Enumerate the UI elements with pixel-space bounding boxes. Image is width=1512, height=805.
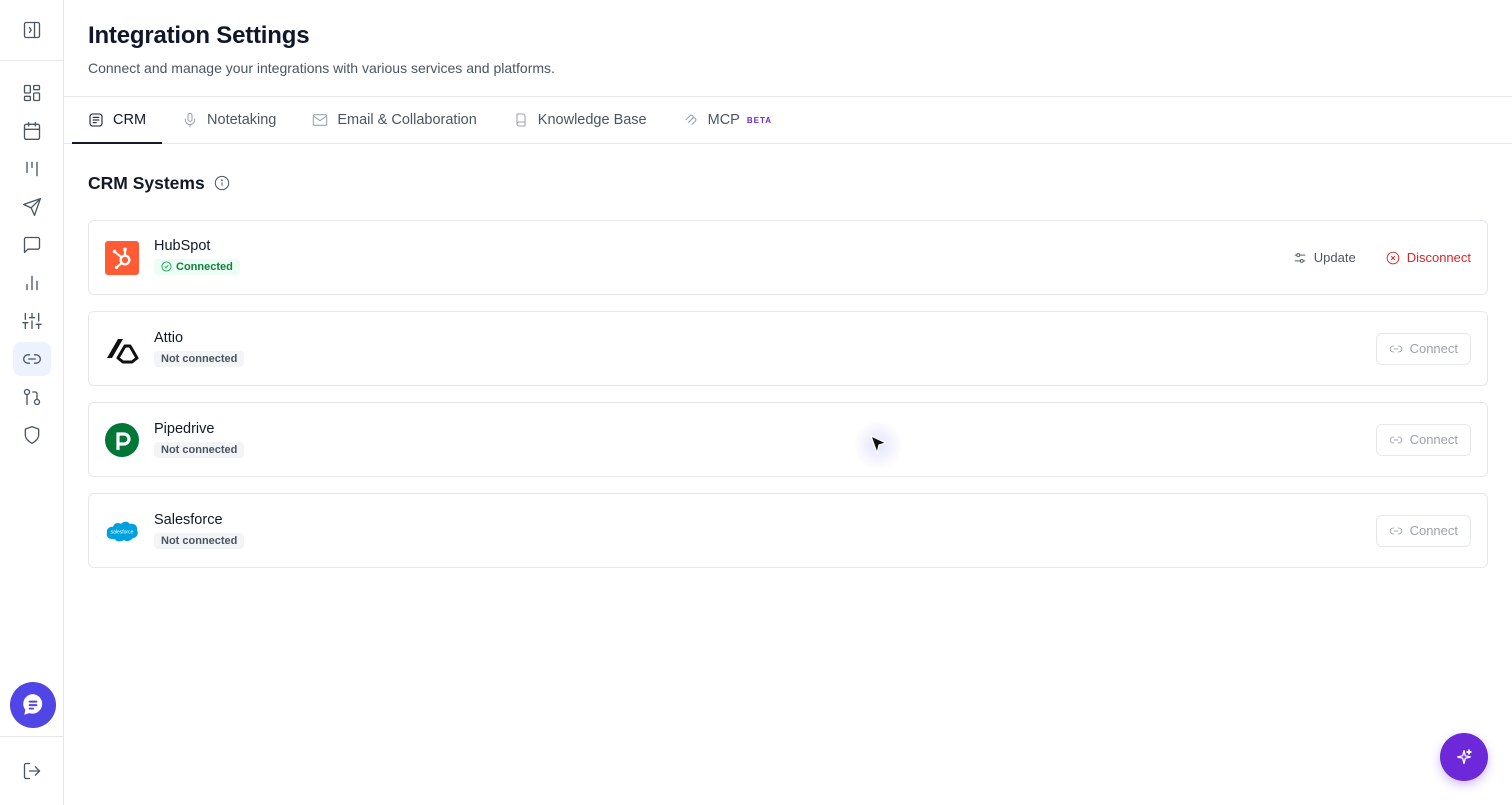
mail-icon: [313, 114, 328, 126]
support-chat-button[interactable]: [10, 682, 56, 728]
chat-icon: [23, 236, 41, 254]
tab-crm[interactable]: CRM: [72, 97, 163, 144]
sidebar-item-security[interactable]: [13, 418, 51, 452]
link-icon: [1389, 345, 1402, 352]
integration-info: Pipedrive Not connected: [154, 421, 1376, 458]
connect-button[interactable]: Connect: [1375, 514, 1471, 547]
sidebar-item-dashboard[interactable]: [13, 76, 51, 110]
status-badge: Not connected: [154, 442, 245, 458]
dashboard-icon: [23, 84, 41, 102]
attio-logo: [107, 338, 139, 363]
integration-name: Salesforce: [154, 512, 223, 528]
connect-label: Connect: [1409, 432, 1458, 447]
connect-button[interactable]: Connect: [1375, 423, 1471, 456]
integration-info: Attio Not connected: [154, 330, 1376, 367]
panel-toggle-icon: [23, 21, 40, 39]
book-icon: [516, 113, 526, 127]
integration-card-attio: Attio Not connected Connect: [88, 311, 1488, 386]
page-subtitle: Connect and manage your integrations wit…: [88, 60, 555, 76]
integration-name: Attio: [154, 330, 184, 346]
connect-button[interactable]: Connect: [1375, 332, 1471, 365]
ai-assistant-button[interactable]: [1440, 733, 1488, 781]
link-icon: [1389, 436, 1402, 443]
sidebar-item-calendar[interactable]: [13, 114, 51, 148]
chart-icon: [26, 275, 38, 291]
pipeline-icon: [26, 161, 38, 177]
sidebar-item-pipeline[interactable]: [13, 152, 51, 186]
integration-name: HubSpot: [154, 237, 211, 254]
mcp-icon: [684, 114, 697, 126]
sidebar-item-settings[interactable]: [13, 304, 51, 338]
disconnect-label: Disconnect: [1406, 250, 1471, 265]
integration-info: HubSpot Connected: [154, 238, 1263, 278]
integration-actions: Update Disconnect: [1263, 250, 1471, 265]
status-badge: Connected: [154, 258, 240, 275]
tab-mcp[interactable]: MCP BETA: [667, 97, 788, 143]
tab-email-collaboration[interactable]: Email & Collaboration: [296, 97, 492, 143]
tab-label: Email & Collaboration: [337, 112, 477, 128]
settings-sliders-icon: [1294, 252, 1306, 263]
sliders-icon: [22, 312, 42, 330]
integration-card-salesforce: salesforce Salesforce Not connected Conn…: [88, 493, 1488, 568]
check-circle-icon: [161, 261, 172, 272]
disconnect-button[interactable]: Disconnect: [1386, 250, 1471, 265]
status-badge: Not connected: [154, 351, 245, 367]
update-label: Update: [1313, 250, 1356, 265]
app: Integration Settings Connect and manage …: [0, 0, 1512, 805]
sidebar: [0, 0, 64, 805]
sidebar-item-messages[interactable]: [13, 228, 51, 262]
x-circle-icon: [1386, 251, 1399, 264]
integration-tabs: CRM Notetaking Email & Collaboration Kno…: [64, 97, 1512, 144]
sidebar-item-send[interactable]: [13, 190, 51, 224]
crm-icon: [89, 113, 103, 127]
mouse-cursor-icon: [870, 435, 887, 454]
tab-label: MCP: [707, 112, 740, 128]
svg-text:salesforce: salesforce: [111, 529, 134, 535]
sidebar-item-integrations[interactable]: [13, 342, 51, 376]
sidebar-item-workflows[interactable]: [13, 380, 51, 414]
pipedrive-logo: [105, 422, 139, 457]
update-button[interactable]: Update: [1293, 250, 1356, 265]
shield-icon: [24, 426, 40, 444]
integration-info: Salesforce Not connected: [154, 512, 1376, 549]
page-title: Integration Settings: [88, 22, 310, 49]
calendar-icon: [23, 122, 41, 140]
connect-label: Connect: [1409, 523, 1458, 538]
link-icon: [1389, 527, 1402, 534]
sparkles-icon: [1457, 749, 1472, 764]
logout-icon: [23, 762, 40, 780]
send-icon: [23, 198, 41, 216]
logout-button[interactable]: [0, 736, 63, 805]
info-icon[interactable]: [214, 175, 230, 191]
sidebar-item-analytics[interactable]: [13, 266, 51, 300]
main-content: Integration Settings Connect and manage …: [64, 0, 1512, 805]
git-icon: [23, 388, 41, 406]
page-header: Integration Settings Connect and manage …: [64, 0, 1512, 97]
connect-label: Connect: [1409, 341, 1458, 356]
status-badge: Not connected: [154, 533, 245, 549]
microphone-icon: [184, 112, 196, 128]
tab-label: Notetaking: [207, 112, 277, 128]
hubspot-logo: [105, 240, 139, 275]
integration-list: HubSpot Connected Update Disconnect Atti…: [88, 220, 1488, 568]
integration-name: Pipedrive: [154, 421, 215, 437]
beta-badge: BETA: [746, 115, 773, 125]
integration-card-hubspot: HubSpot Connected Update Disconnect: [88, 220, 1488, 295]
sidebar-nav: [0, 76, 63, 456]
section-header: CRM Systems: [88, 172, 1488, 194]
integration-card-pipedrive: Pipedrive Not connected Connect: [88, 402, 1488, 477]
link-icon: [23, 354, 41, 364]
tab-label: Knowledge Base: [537, 112, 647, 128]
section-title: CRM Systems: [88, 172, 205, 193]
tab-label: CRM: [113, 112, 147, 128]
tab-knowledge-base[interactable]: Knowledge Base: [497, 97, 663, 143]
tab-notetaking[interactable]: Notetaking: [166, 97, 292, 143]
support-chat-icon: [23, 694, 43, 715]
crm-section: CRM Systems HubSpot Connected Update Dis…: [64, 144, 1512, 568]
sidebar-toggle[interactable]: [0, 0, 63, 61]
status-text: Connected: [176, 260, 233, 273]
salesforce-logo: salesforce: [106, 521, 138, 541]
